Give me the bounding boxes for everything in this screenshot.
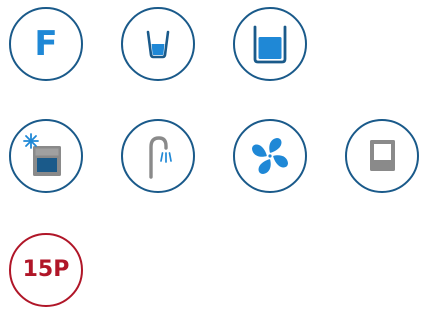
- 15p-button[interactable]: 15P: [9, 233, 83, 307]
- fan-button[interactable]: [233, 119, 307, 193]
- 15p-label: 15P: [22, 257, 70, 282]
- ice-dispenser-icon: [23, 133, 61, 176]
- fan-icon: [252, 138, 288, 174]
- panel-icon: [370, 140, 395, 171]
- small-cup-icon: [146, 30, 170, 59]
- faucet-button[interactable]: [121, 119, 195, 193]
- large-container-icon: [253, 25, 287, 64]
- faucet-icon: [149, 136, 172, 179]
- f-button[interactable]: F: [9, 7, 83, 81]
- small-cup-button[interactable]: [121, 7, 195, 81]
- f-label: F: [34, 24, 58, 64]
- ice-dispenser-button[interactable]: [9, 119, 83, 193]
- panel-button[interactable]: [345, 119, 419, 193]
- large-container-button[interactable]: [233, 7, 307, 81]
